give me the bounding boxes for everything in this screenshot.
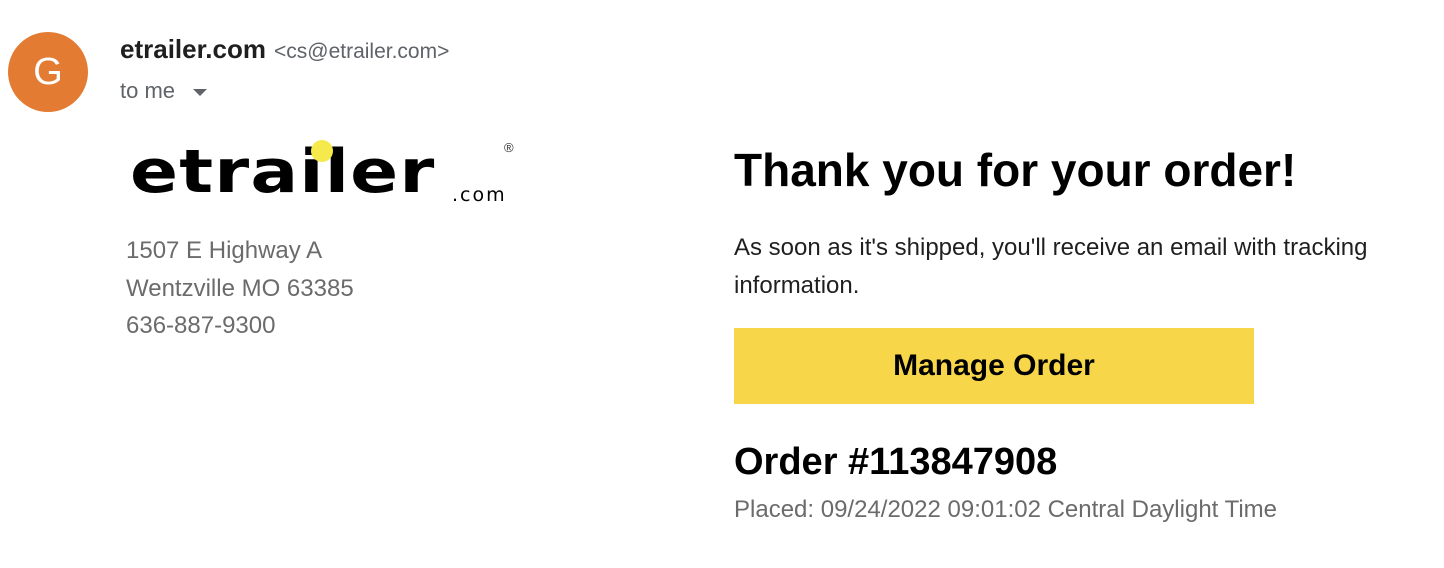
thank-you-heading: Thank you for your order! [734,144,1297,196]
sender-line: etrailer.com <cs@etrailer.com> [120,34,449,65]
chevron-down-icon[interactable] [193,88,208,96]
store-address: 1507 E Highway A Wentzville MO 63385 636… [126,232,354,345]
recipient-details-toggle[interactable]: to me [120,78,208,104]
address-city-state-zip: Wentzville MO 63385 [126,274,354,302]
logo-dot-icon [311,140,333,162]
logo-wordmark: etrailer [130,137,436,207]
order-placed-timestamp: Placed: 09/24/2022 09:01:02 Central Dayl… [734,496,1278,523]
registered-mark-icon: ® [504,140,514,155]
sender-email: <cs@etrailer.com> [273,40,450,63]
address-phone: 636-887-9300 [126,312,276,339]
manage-order-button[interactable]: Manage Order [734,328,1254,404]
sender-name[interactable]: etrailer.com [120,34,266,65]
recipient-label: to me [120,78,176,103]
avatar[interactable]: G [8,32,88,112]
address-street: 1507 E Highway A [126,237,323,264]
logo-suffix: .com [452,184,507,206]
order-number: Order #113847908 [734,441,1058,483]
shipping-message: As soon as it's shipped, you'll receive … [734,234,1368,299]
etrailer-logo: etrailer .com ® [130,136,530,212]
